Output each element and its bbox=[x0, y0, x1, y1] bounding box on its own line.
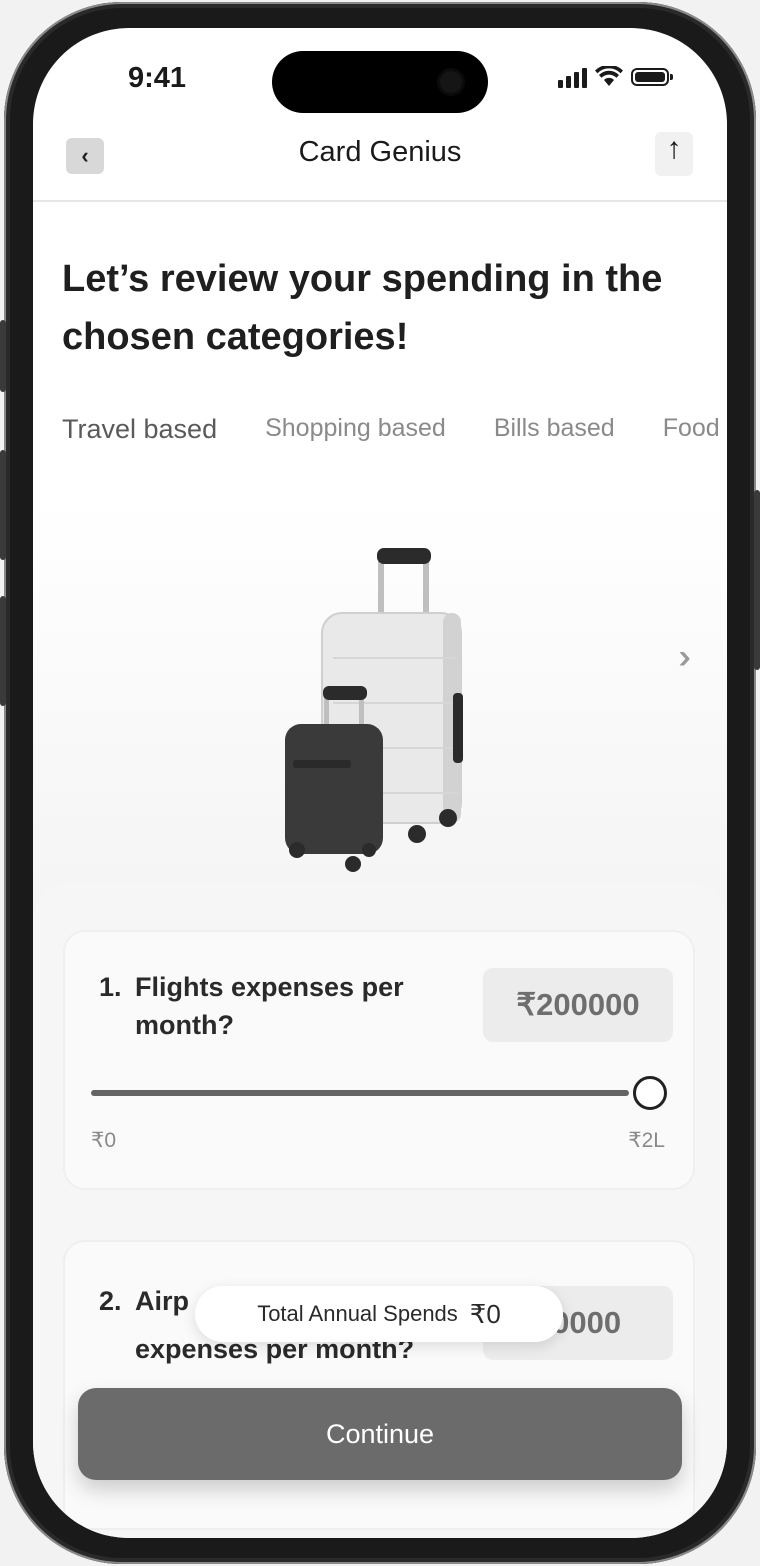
phone-screen: 9:41 ‹ Card Genius ↑ Let’s review your s… bbox=[33, 28, 727, 1538]
category-tabs: Travel based Shopping based Bills based … bbox=[62, 414, 720, 445]
slider-handle[interactable] bbox=[633, 1076, 667, 1110]
status-time: 9:41 bbox=[128, 62, 187, 94]
total-label: Total Annual Spends bbox=[257, 1301, 458, 1326]
question-number: 2. bbox=[99, 1286, 122, 1316]
action-button bbox=[0, 320, 6, 392]
arrow-up-icon: ↑ bbox=[666, 132, 682, 165]
double-chevron-right-icon[interactable]: ›› bbox=[678, 638, 690, 677]
signal-icon bbox=[558, 66, 587, 88]
slider-track[interactable] bbox=[91, 1090, 629, 1096]
total-annual-spends-pill: Total Annual Spends ₹0 bbox=[195, 1286, 563, 1342]
question-card-2: 2. Airp expenses per month? 00000 bbox=[63, 1240, 695, 1530]
share-button[interactable]: ↑ bbox=[655, 132, 693, 176]
suitcases-illustration bbox=[285, 548, 463, 872]
power-button bbox=[754, 490, 760, 670]
battery-icon bbox=[631, 68, 673, 86]
hero-section: ›› bbox=[33, 498, 727, 918]
top-nav-bar: ‹ Card Genius ↑ bbox=[33, 128, 727, 202]
volume-up-button bbox=[0, 450, 6, 560]
question-card-1: 1. Flights expenses per month? ₹200000 ₹… bbox=[63, 930, 695, 1190]
continue-button[interactable]: Continue bbox=[78, 1388, 682, 1480]
volume-down-button bbox=[0, 596, 6, 706]
tab-travel[interactable]: Travel based bbox=[62, 414, 217, 445]
headline: Let’s review your spending in the chosen… bbox=[62, 258, 663, 358]
page-title: Card Genius bbox=[298, 136, 462, 168]
tab-food[interactable]: Food bbox=[663, 414, 720, 445]
amount-input[interactable]: ₹200000 bbox=[483, 968, 673, 1042]
slider-max-label: ₹2L bbox=[628, 1129, 665, 1152]
total-value: ₹0 bbox=[469, 1298, 501, 1329]
tab-bills[interactable]: Bills based bbox=[494, 414, 615, 445]
wifi-icon bbox=[595, 66, 623, 86]
question-number: 1. bbox=[99, 972, 122, 1002]
question-text: Flights expenses per month? bbox=[135, 972, 404, 1040]
dynamic-island bbox=[272, 51, 488, 113]
slider-min-label: ₹0 bbox=[91, 1129, 117, 1152]
tab-shopping[interactable]: Shopping based bbox=[265, 414, 446, 445]
status-icons bbox=[558, 66, 673, 88]
